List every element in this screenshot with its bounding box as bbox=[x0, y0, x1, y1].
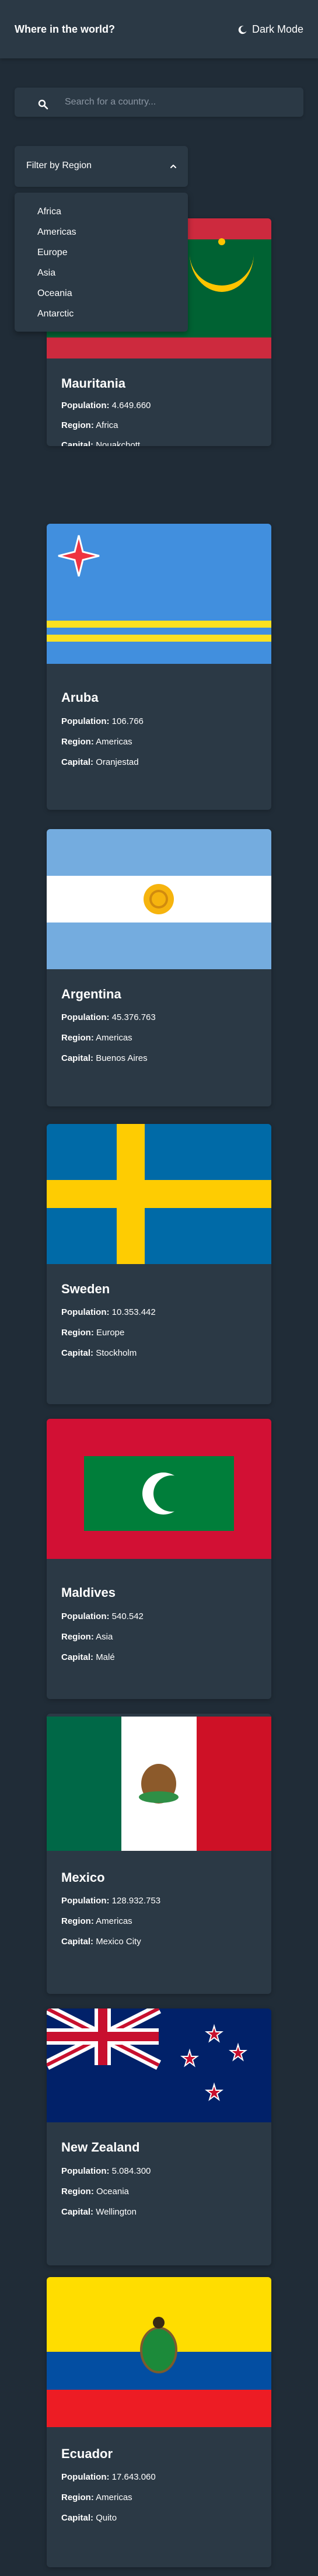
search-icon bbox=[38, 99, 48, 110]
population-row: Population: 106.766 bbox=[61, 716, 144, 726]
country-card-new-zealand[interactable]: New Zealand Population: 5.084.300 Region… bbox=[47, 2008, 271, 2265]
country-name: Ecuador bbox=[61, 2446, 113, 2461]
country-name: New Zealand bbox=[61, 2140, 140, 2154]
new-zealand-flag bbox=[47, 2008, 271, 2122]
country-name: Argentina bbox=[61, 987, 121, 1001]
population-row: Population: 17.643.060 bbox=[61, 2472, 156, 2482]
capital-row: Capital: Oranjestad bbox=[61, 757, 139, 767]
country-name: Aruba bbox=[61, 690, 99, 705]
population-row: Population: 540.542 bbox=[61, 1611, 144, 1621]
sweden-flag bbox=[47, 1124, 271, 1264]
capital-row: Capital: Malé bbox=[61, 1652, 115, 1662]
country-card-ecuador[interactable]: Ecuador Population: 17.643.060 Region: A… bbox=[47, 2277, 271, 2567]
aruba-flag bbox=[47, 524, 271, 664]
capital-row: Capital: Quito bbox=[61, 2513, 117, 2523]
region-option-oceania[interactable]: Oceania bbox=[15, 283, 188, 304]
region-option-africa[interactable]: Africa bbox=[15, 201, 188, 222]
country-name: Mauritania bbox=[61, 376, 126, 391]
region-row: Region: Europe bbox=[61, 1328, 125, 1338]
capital-row: Capital: Nouakchott bbox=[61, 440, 141, 446]
region-option-asia[interactable]: Asia bbox=[15, 263, 188, 283]
region-option-europe[interactable]: Europe bbox=[15, 242, 188, 263]
search-bar[interactable] bbox=[15, 88, 303, 117]
region-row: Region: Americas bbox=[61, 2493, 132, 2502]
region-dropdown: Africa Americas Europe Asia Oceania Anta… bbox=[15, 193, 188, 332]
capital-row: Capital: Buenos Aires bbox=[61, 1053, 148, 1063]
mexico-flag bbox=[47, 1717, 271, 1851]
region-filter-label: Filter by Region bbox=[26, 161, 92, 170]
country-name: Mexico bbox=[61, 1870, 105, 1885]
region-row: Region: Americas bbox=[61, 1916, 132, 1926]
app-header: Where in the world? Dark Mode bbox=[0, 0, 318, 58]
population-row: Population: 5.084.300 bbox=[61, 2166, 151, 2176]
region-filter[interactable]: Filter by Region bbox=[15, 146, 188, 187]
country-card-sweden[interactable]: Sweden Population: 10.353.442 Region: Eu… bbox=[47, 1124, 271, 1404]
maldives-flag bbox=[47, 1419, 271, 1559]
country-name: Sweden bbox=[61, 1282, 110, 1296]
population-row: Population: 10.353.442 bbox=[61, 1307, 156, 1317]
dark-mode-toggle[interactable]: Dark Mode bbox=[238, 23, 303, 36]
capital-row: Capital: Stockholm bbox=[61, 1348, 137, 1358]
region-option-antarctic[interactable]: Antarctic bbox=[15, 304, 188, 324]
region-row: Region: Asia bbox=[61, 1632, 113, 1642]
capital-row: Capital: Mexico City bbox=[61, 1937, 141, 1947]
argentina-flag bbox=[47, 829, 271, 969]
country-name: Maldives bbox=[61, 1585, 116, 1600]
country-card-argentina[interactable]: Argentina Population: 45.376.763 Region:… bbox=[47, 829, 271, 1106]
app-title: Where in the world? bbox=[15, 23, 116, 35]
country-card-mexico[interactable]: Mexico Population: 128.932.753 Region: A… bbox=[47, 1714, 271, 1994]
region-row: Region: Americas bbox=[61, 737, 132, 747]
chevron-up-icon bbox=[170, 165, 176, 168]
population-row: Population: 45.376.763 bbox=[61, 1012, 156, 1022]
search-input[interactable] bbox=[65, 88, 298, 117]
dark-mode-label: Dark Mode bbox=[251, 23, 303, 35]
region-option-americas[interactable]: Americas bbox=[15, 222, 188, 242]
population-row: Population: 128.932.753 bbox=[61, 1896, 161, 1906]
region-row: Region: Africa bbox=[61, 420, 118, 430]
region-row: Region: Americas bbox=[61, 1033, 132, 1043]
population-row: Population: 4.649.660 bbox=[61, 401, 151, 410]
country-card-aruba[interactable]: Aruba Population: 106.766 Region: Americ… bbox=[47, 524, 271, 810]
country-card-maldives[interactable]: Maldives Population: 540.542 Region: Asi… bbox=[47, 1419, 271, 1699]
region-row: Region: Oceania bbox=[61, 2187, 129, 2196]
ecuador-flag bbox=[47, 2277, 271, 2427]
capital-row: Capital: Wellington bbox=[61, 2207, 137, 2217]
moon-icon bbox=[238, 25, 247, 34]
